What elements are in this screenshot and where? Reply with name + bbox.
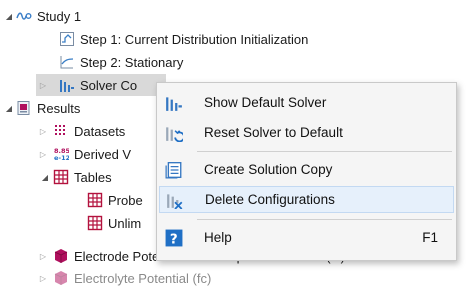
tree-label: Results [37, 100, 81, 116]
plot-group-3d-icon [53, 248, 69, 264]
tree-node-results[interactable]: ◢ Results [0, 97, 80, 119]
tree-label: Step 2: Stationary [80, 54, 184, 70]
shortcut-label: F1 [422, 230, 438, 245]
menu-item-show-default-solver[interactable]: Show Default Solver [159, 89, 454, 116]
tree-label: Unlim [108, 215, 142, 231]
tree-node-step2[interactable]: Step 2: Stationary [59, 51, 183, 73]
menu-item-delete-configurations[interactable]: Delete Configurations [159, 186, 454, 213]
menu-item-label: Reset Solver to Default [204, 125, 343, 140]
tree-node-unlim-table[interactable]: Unlim [87, 212, 141, 234]
tree-node-step1[interactable]: Step 1: Current Distribution Initializat… [59, 28, 308, 50]
collapse-arrow-icon[interactable]: ▷ [38, 120, 48, 142]
tree-label: Electrolyte Potential (fc) [74, 270, 212, 286]
menu-item-reset-solver[interactable]: Reset Solver to Default [159, 119, 454, 146]
delete-configurations-icon [166, 191, 184, 209]
menu-item-label: Delete Configurations [205, 192, 335, 207]
svg-text:e-12: e-12 [54, 154, 69, 162]
expand-arrow-icon[interactable]: ◢ [4, 97, 14, 119]
tree-node-tables[interactable]: ◢ Tables [36, 166, 112, 188]
collapse-arrow-icon[interactable]: ▷ [38, 267, 48, 289]
collapse-arrow-icon[interactable]: ▷ [38, 143, 48, 165]
tree-node-derived-values[interactable]: ▷ 8.85 e-12 Derived V [36, 143, 131, 165]
tree-node-study[interactable]: ◢ Study 1 [0, 5, 81, 27]
table-icon [87, 192, 103, 208]
derived-values-icon: 8.85 e-12 [53, 146, 69, 162]
tree-label: Derived V [74, 146, 132, 162]
tree-label: Probe [108, 192, 143, 208]
table-icon [87, 215, 103, 231]
study-icon [16, 8, 32, 24]
collapse-arrow-icon[interactable]: ▷ [38, 245, 48, 267]
results-icon [16, 100, 32, 116]
expand-arrow-icon[interactable]: ◢ [4, 5, 14, 27]
tree-label: Study 1 [37, 8, 82, 24]
svg-text:?: ? [170, 231, 178, 246]
menu-separator [197, 151, 452, 152]
tree-label: Datasets [74, 123, 126, 139]
menu-item-help[interactable]: ? Help F1 [159, 224, 454, 251]
menu-item-label: Create Solution Copy [204, 162, 333, 177]
menu-item-label: Help [204, 230, 232, 245]
menu-item-label: Show Default Solver [204, 95, 327, 110]
menu-separator [197, 219, 452, 220]
plot-group-3d-icon [53, 270, 69, 286]
reset-solver-icon [165, 124, 183, 142]
solution-copy-icon [165, 161, 183, 179]
collapse-arrow-icon[interactable]: ▷ [38, 74, 48, 96]
tree-node-electrolyte-potential[interactable]: ▷ Electrolyte Potential (fc) [36, 267, 211, 289]
help-icon: ? [165, 229, 183, 247]
datasets-icon [53, 123, 69, 139]
step-icon [59, 31, 75, 47]
tree-label: Solver Co [80, 77, 138, 93]
tree-label: Tables [74, 169, 112, 185]
tree-label: Step 1: Current Distribution Initializat… [80, 31, 309, 47]
tree-node-datasets[interactable]: ▷ Datasets [36, 120, 125, 142]
solver-icon [59, 77, 75, 93]
menu-item-create-solution-copy[interactable]: Create Solution Copy [159, 156, 454, 183]
context-menu: Show Default Solver Reset Solver to Defa… [156, 82, 457, 261]
stationary-step-icon [59, 54, 75, 70]
tree-node-solver-configurations[interactable]: ▷ Solver Co [36, 74, 166, 96]
solver-icon [165, 94, 183, 112]
expand-arrow-icon[interactable]: ◢ [40, 166, 50, 188]
tree-node-probe-table[interactable]: Probe [87, 189, 143, 211]
table-icon [53, 169, 69, 185]
